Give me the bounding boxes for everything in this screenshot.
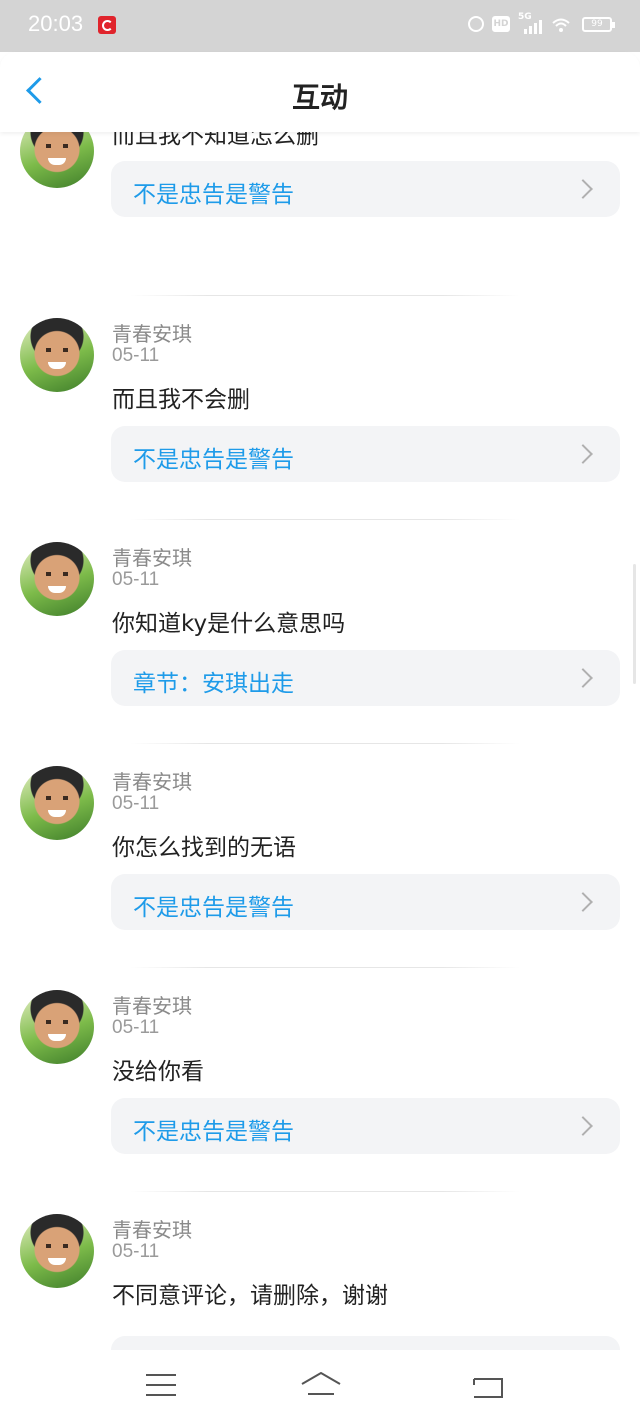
avatar[interactable]	[20, 766, 94, 840]
menu-icon[interactable]	[146, 1374, 176, 1396]
comment-date: 05-11	[112, 793, 160, 814]
app-notification-icon	[98, 16, 116, 34]
reference-card[interactable]: 不是忠告是警告	[111, 161, 620, 217]
comment-date: 05-11	[112, 345, 160, 366]
comment-item[interactable]: 青春安琪 05-11 你怎么找到的无语 不是忠告是警告	[0, 766, 640, 990]
signal-icon: 5G	[518, 12, 544, 34]
comment-text: 而且我不会删	[112, 387, 250, 413]
chevron-right-icon	[573, 444, 593, 464]
reference-label: 章节：安琪出走	[133, 671, 294, 697]
avatar[interactable]	[20, 318, 94, 392]
network-type: 5G	[518, 12, 532, 22]
chevron-right-icon	[573, 892, 593, 912]
system-nav-bar	[0, 1350, 640, 1427]
avatar[interactable]	[20, 1214, 94, 1288]
comment-text: 你知道ky是什么意思吗	[112, 611, 346, 637]
home-icon[interactable]	[300, 1370, 342, 1400]
reference-label: 不是忠告是警告	[133, 895, 294, 921]
comment-date: 05-11	[112, 569, 160, 590]
reference-card[interactable]	[111, 1336, 620, 1350]
comment-item[interactable]: 青春安琪 05-11 你知道ky是什么意思吗 章节：安琪出走	[0, 542, 640, 766]
chevron-right-icon	[573, 668, 593, 688]
comment-date: 05-11	[112, 1017, 160, 1038]
comment-username[interactable]: 青春安琪	[112, 1214, 192, 1243]
divider	[130, 295, 520, 296]
avatar[interactable]	[20, 990, 94, 1064]
comment-item[interactable]: 青春安琪 05-11 不同意评论，请删除，谢谢	[0, 1214, 640, 1350]
chevron-right-icon	[573, 179, 593, 199]
alarm-icon	[468, 16, 484, 32]
comment-item[interactable]: 青春安琪 05-11 没给你看 不是忠告是警告	[0, 990, 640, 1214]
reference-card[interactable]: 章节：安琪出走	[111, 650, 620, 706]
comment-text: 而且我不知道怎么删	[112, 132, 319, 149]
hd-icon: HD	[492, 16, 510, 32]
comment-text: 不同意评论，请删除，谢谢	[112, 1283, 388, 1309]
reference-card[interactable]: 不是忠告是警告	[111, 426, 620, 482]
reference-label: 不是忠告是警告	[133, 447, 294, 473]
comment-date: 05-11	[112, 1241, 160, 1262]
battery-icon: 99	[582, 17, 615, 32]
wifi-icon	[552, 18, 570, 32]
comment-item[interactable]: 05-11 而且我不知道怎么删 不是忠告是警告	[0, 132, 640, 300]
divider	[130, 1191, 520, 1192]
comment-list[interactable]: 05-11 而且我不知道怎么删 不是忠告是警告 青春安琪 05-11 而且我不会…	[0, 132, 640, 1350]
reference-card[interactable]: 不是忠告是警告	[111, 1098, 620, 1154]
divider	[130, 743, 520, 744]
comment-username[interactable]: 青春安琪	[112, 766, 192, 795]
comment-item[interactable]: 青春安琪 05-11 而且我不会删 不是忠告是警告	[0, 318, 640, 542]
status-time: 20:03	[28, 11, 84, 36]
reference-card[interactable]: 不是忠告是警告	[111, 874, 620, 930]
reference-label: 不是忠告是警告	[133, 1119, 294, 1145]
comment-text: 你怎么找到的无语	[112, 835, 296, 861]
scroll-indicator[interactable]	[633, 564, 636, 684]
back-nav-icon[interactable]	[472, 1376, 504, 1400]
comment-username[interactable]: 青春安琪	[112, 318, 192, 347]
page-header: 互动	[0, 52, 640, 132]
page-title: 互动	[291, 81, 348, 114]
avatar[interactable]	[20, 542, 94, 616]
chevron-right-icon	[573, 1116, 593, 1136]
divider	[130, 967, 520, 968]
avatar[interactable]	[20, 132, 94, 188]
comment-text: 没给你看	[112, 1059, 204, 1085]
comment-username[interactable]: 青春安琪	[112, 990, 192, 1019]
divider	[130, 519, 520, 520]
status-bar: 20:03 HD 5G 99	[0, 0, 640, 52]
reference-label: 不是忠告是警告	[133, 182, 294, 208]
comment-username[interactable]: 青春安琪	[112, 542, 192, 571]
